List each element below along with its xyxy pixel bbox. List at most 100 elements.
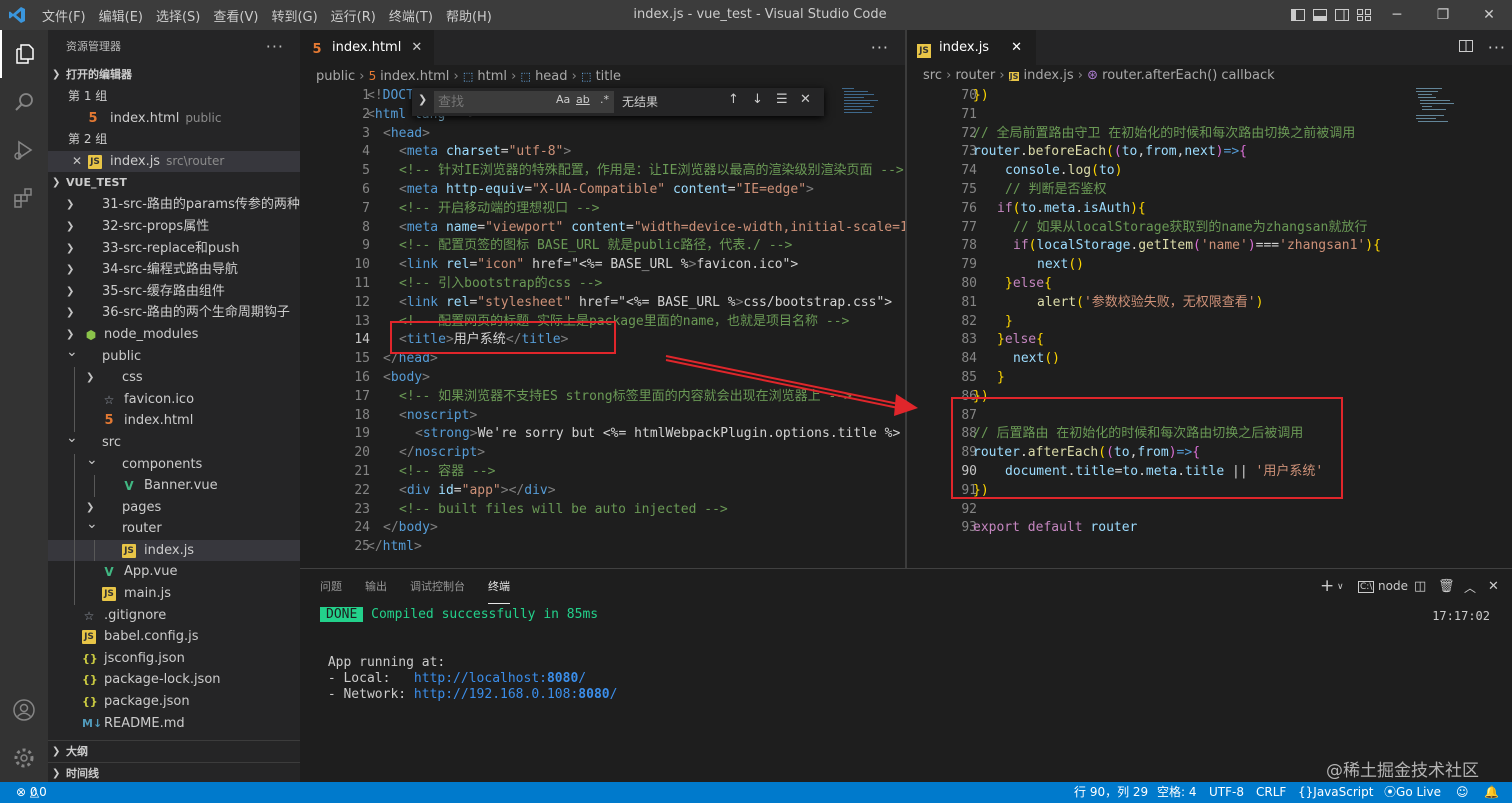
close-window-button[interactable]: ✕	[1466, 0, 1512, 30]
tree-item[interactable]: ❯ 33-src-replace和push	[48, 238, 300, 260]
line-ending[interactable]: CRLF	[1256, 782, 1286, 803]
open-editor-index-html[interactable]: 5 index.html public	[48, 108, 300, 130]
menu-run[interactable]: 运行(R)	[331, 6, 376, 25]
tree-item[interactable]: ⌄ public	[48, 346, 300, 368]
encoding[interactable]: UTF-8	[1209, 782, 1244, 803]
menu-help[interactable]: 帮助(H)	[446, 6, 492, 25]
split-terminal-icon[interactable]: ◫	[1414, 579, 1426, 594]
tab-index-html[interactable]: 5 index.html ✕	[300, 30, 435, 65]
open-editors-section[interactable]: ❯ 打开的编辑器	[48, 64, 300, 86]
kill-terminal-icon[interactable]: 🗑	[1438, 579, 1455, 594]
breadcrumb-item[interactable]: src	[923, 68, 942, 83]
notifications-icon[interactable]: 🔔	[1484, 782, 1499, 803]
new-terminal-icon[interactable]: +	[1320, 576, 1334, 596]
match-case-icon[interactable]: Aa	[556, 93, 570, 106]
tree-item[interactable]: ☆ .gitignore	[48, 605, 300, 627]
project-section[interactable]: ❯ VUE_TEST	[48, 172, 300, 194]
minimap-left[interactable]	[840, 87, 885, 127]
tab-problems[interactable]: 问题	[320, 569, 342, 604]
tree-item[interactable]: ❯ pages	[48, 496, 300, 519]
search-icon[interactable]	[0, 78, 48, 126]
run-debug-icon[interactable]	[0, 126, 48, 174]
toggle-replace-icon[interactable]: ❯	[418, 93, 427, 106]
tree-item[interactable]: ❯ 35-src-缓存路由组件	[48, 281, 300, 303]
menu-terminal[interactable]: 终端(T)	[389, 6, 433, 25]
find-in-selection-icon[interactable]: ☰	[776, 92, 788, 107]
tree-item[interactable]: JS main.js	[48, 583, 300, 605]
extensions-icon[interactable]	[0, 174, 48, 222]
tree-item[interactable]: ❯ ⬢ node_modules	[48, 324, 300, 346]
menu-edit[interactable]: 编辑(E)	[99, 6, 143, 25]
breadcrumb-item[interactable]: index.js	[1024, 68, 1074, 83]
tree-item[interactable]: ❯ 31-src-路由的params传参的两种...	[48, 194, 300, 216]
more-actions-icon[interactable]: ···	[871, 38, 889, 57]
tree-item[interactable]: {} package.json	[48, 691, 300, 713]
close-tab-icon[interactable]: ✕	[1011, 40, 1022, 55]
regex-icon[interactable]: .*	[600, 93, 609, 106]
previous-match-icon[interactable]: ↑	[728, 92, 739, 107]
settings-gear-icon[interactable]	[0, 734, 48, 782]
tree-item[interactable]: ❯ css	[48, 367, 300, 389]
more-actions-icon[interactable]: ···	[1488, 38, 1506, 57]
customize-layout-icon[interactable]	[1356, 7, 1372, 23]
explorer-icon[interactable]	[0, 30, 48, 78]
tree-item[interactable]: ❯ 36-src-路由的两个生命周期钩子	[48, 302, 300, 324]
whole-word-icon[interactable]: ab	[576, 93, 590, 106]
terminal-shell-name[interactable]: node	[1378, 579, 1408, 593]
breadcrumb-item[interactable]: title	[596, 69, 621, 84]
next-match-icon[interactable]: ↓	[752, 92, 763, 107]
language-mode[interactable]: {} JavaScript	[1298, 782, 1373, 803]
breadcrumb-item[interactable]: router.afterEach() callback	[1102, 68, 1274, 83]
tab-debug-console[interactable]: 调试控制台	[410, 569, 465, 604]
breadcrumb-item[interactable]: router	[955, 68, 995, 83]
tree-item[interactable]: M↓ README.md	[48, 713, 300, 735]
timeline-section[interactable]: ❯ 时间线	[48, 762, 300, 784]
toggle-panel-icon[interactable]	[1312, 7, 1328, 23]
tree-item[interactable]: JS index.js	[48, 539, 300, 562]
toggle-secondary-sidebar-icon[interactable]	[1334, 7, 1350, 23]
open-editor-index-js[interactable]: ✕ JS index.js src\router	[48, 150, 300, 173]
close-find-icon[interactable]: ✕	[800, 92, 811, 107]
network-url[interactable]: http://192.168.0.108:8080/	[414, 687, 618, 702]
go-live-button[interactable]: ⦿ Go Live	[1384, 782, 1441, 803]
problems-status[interactable]: ⊗ 0 △ 0	[16, 782, 47, 803]
close-panel-icon[interactable]: ✕	[1488, 579, 1499, 594]
tree-item[interactable]: ⌄ components	[48, 453, 300, 476]
local-url[interactable]: http://localhost:8080/	[414, 671, 586, 686]
tree-item[interactable]: ⌄ router	[48, 518, 300, 540]
tree-item[interactable]: V App.vue	[48, 561, 300, 584]
cursor-position[interactable]: 行 90，列 29	[1074, 782, 1148, 803]
breadcrumb-item[interactable]: public	[316, 69, 355, 84]
menu-view[interactable]: 查看(V)	[213, 6, 258, 25]
tree-item[interactable]: ❯ 34-src-编程式路由导航	[48, 259, 300, 281]
menu-selection[interactable]: 选择(S)	[156, 6, 200, 25]
tab-output[interactable]: 输出	[365, 569, 387, 604]
indentation[interactable]: 空格: 4	[1157, 782, 1197, 803]
tree-item[interactable]: ☆ favicon.ico	[48, 388, 300, 411]
minimize-button[interactable]: ─	[1374, 0, 1420, 30]
toggle-sidebar-icon[interactable]	[1290, 7, 1306, 23]
restore-button[interactable]: ❐	[1420, 0, 1466, 30]
outline-section[interactable]: ❯ 大纲	[48, 740, 300, 762]
breadcrumb-item[interactable]: index.html	[380, 69, 449, 84]
menu-file[interactable]: 文件(F)	[42, 6, 86, 25]
close-tab-icon[interactable]: ✕	[411, 40, 422, 55]
tree-item[interactable]: 5 index.html	[48, 410, 300, 432]
tree-item[interactable]: JS babel.config.js	[48, 626, 300, 648]
tab-index-js[interactable]: JS index.js ✕	[907, 30, 1036, 65]
tab-terminal[interactable]: 终端	[488, 569, 510, 604]
account-icon[interactable]	[0, 686, 48, 734]
tree-item[interactable]: ❯ 32-src-props属性	[48, 216, 300, 238]
chevron-down-icon[interactable]: ∨	[1337, 582, 1344, 592]
split-editor-icon[interactable]	[1458, 38, 1474, 58]
tree-item[interactable]: {} package-lock.json	[48, 669, 300, 691]
tree-item[interactable]: {} jsconfig.json	[48, 648, 300, 670]
breadcrumb-item[interactable]: head	[535, 69, 567, 84]
tree-item[interactable]: V Banner.vue	[48, 475, 300, 497]
breadcrumb-item[interactable]: html	[477, 69, 507, 84]
feedback-icon[interactable]: ☺	[1456, 782, 1469, 803]
maximize-panel-icon[interactable]: ︿	[1464, 579, 1476, 596]
menu-go[interactable]: 转到(G)	[271, 6, 317, 25]
minimap-right[interactable]	[1414, 87, 1459, 127]
more-actions-icon[interactable]: ···	[266, 30, 284, 64]
